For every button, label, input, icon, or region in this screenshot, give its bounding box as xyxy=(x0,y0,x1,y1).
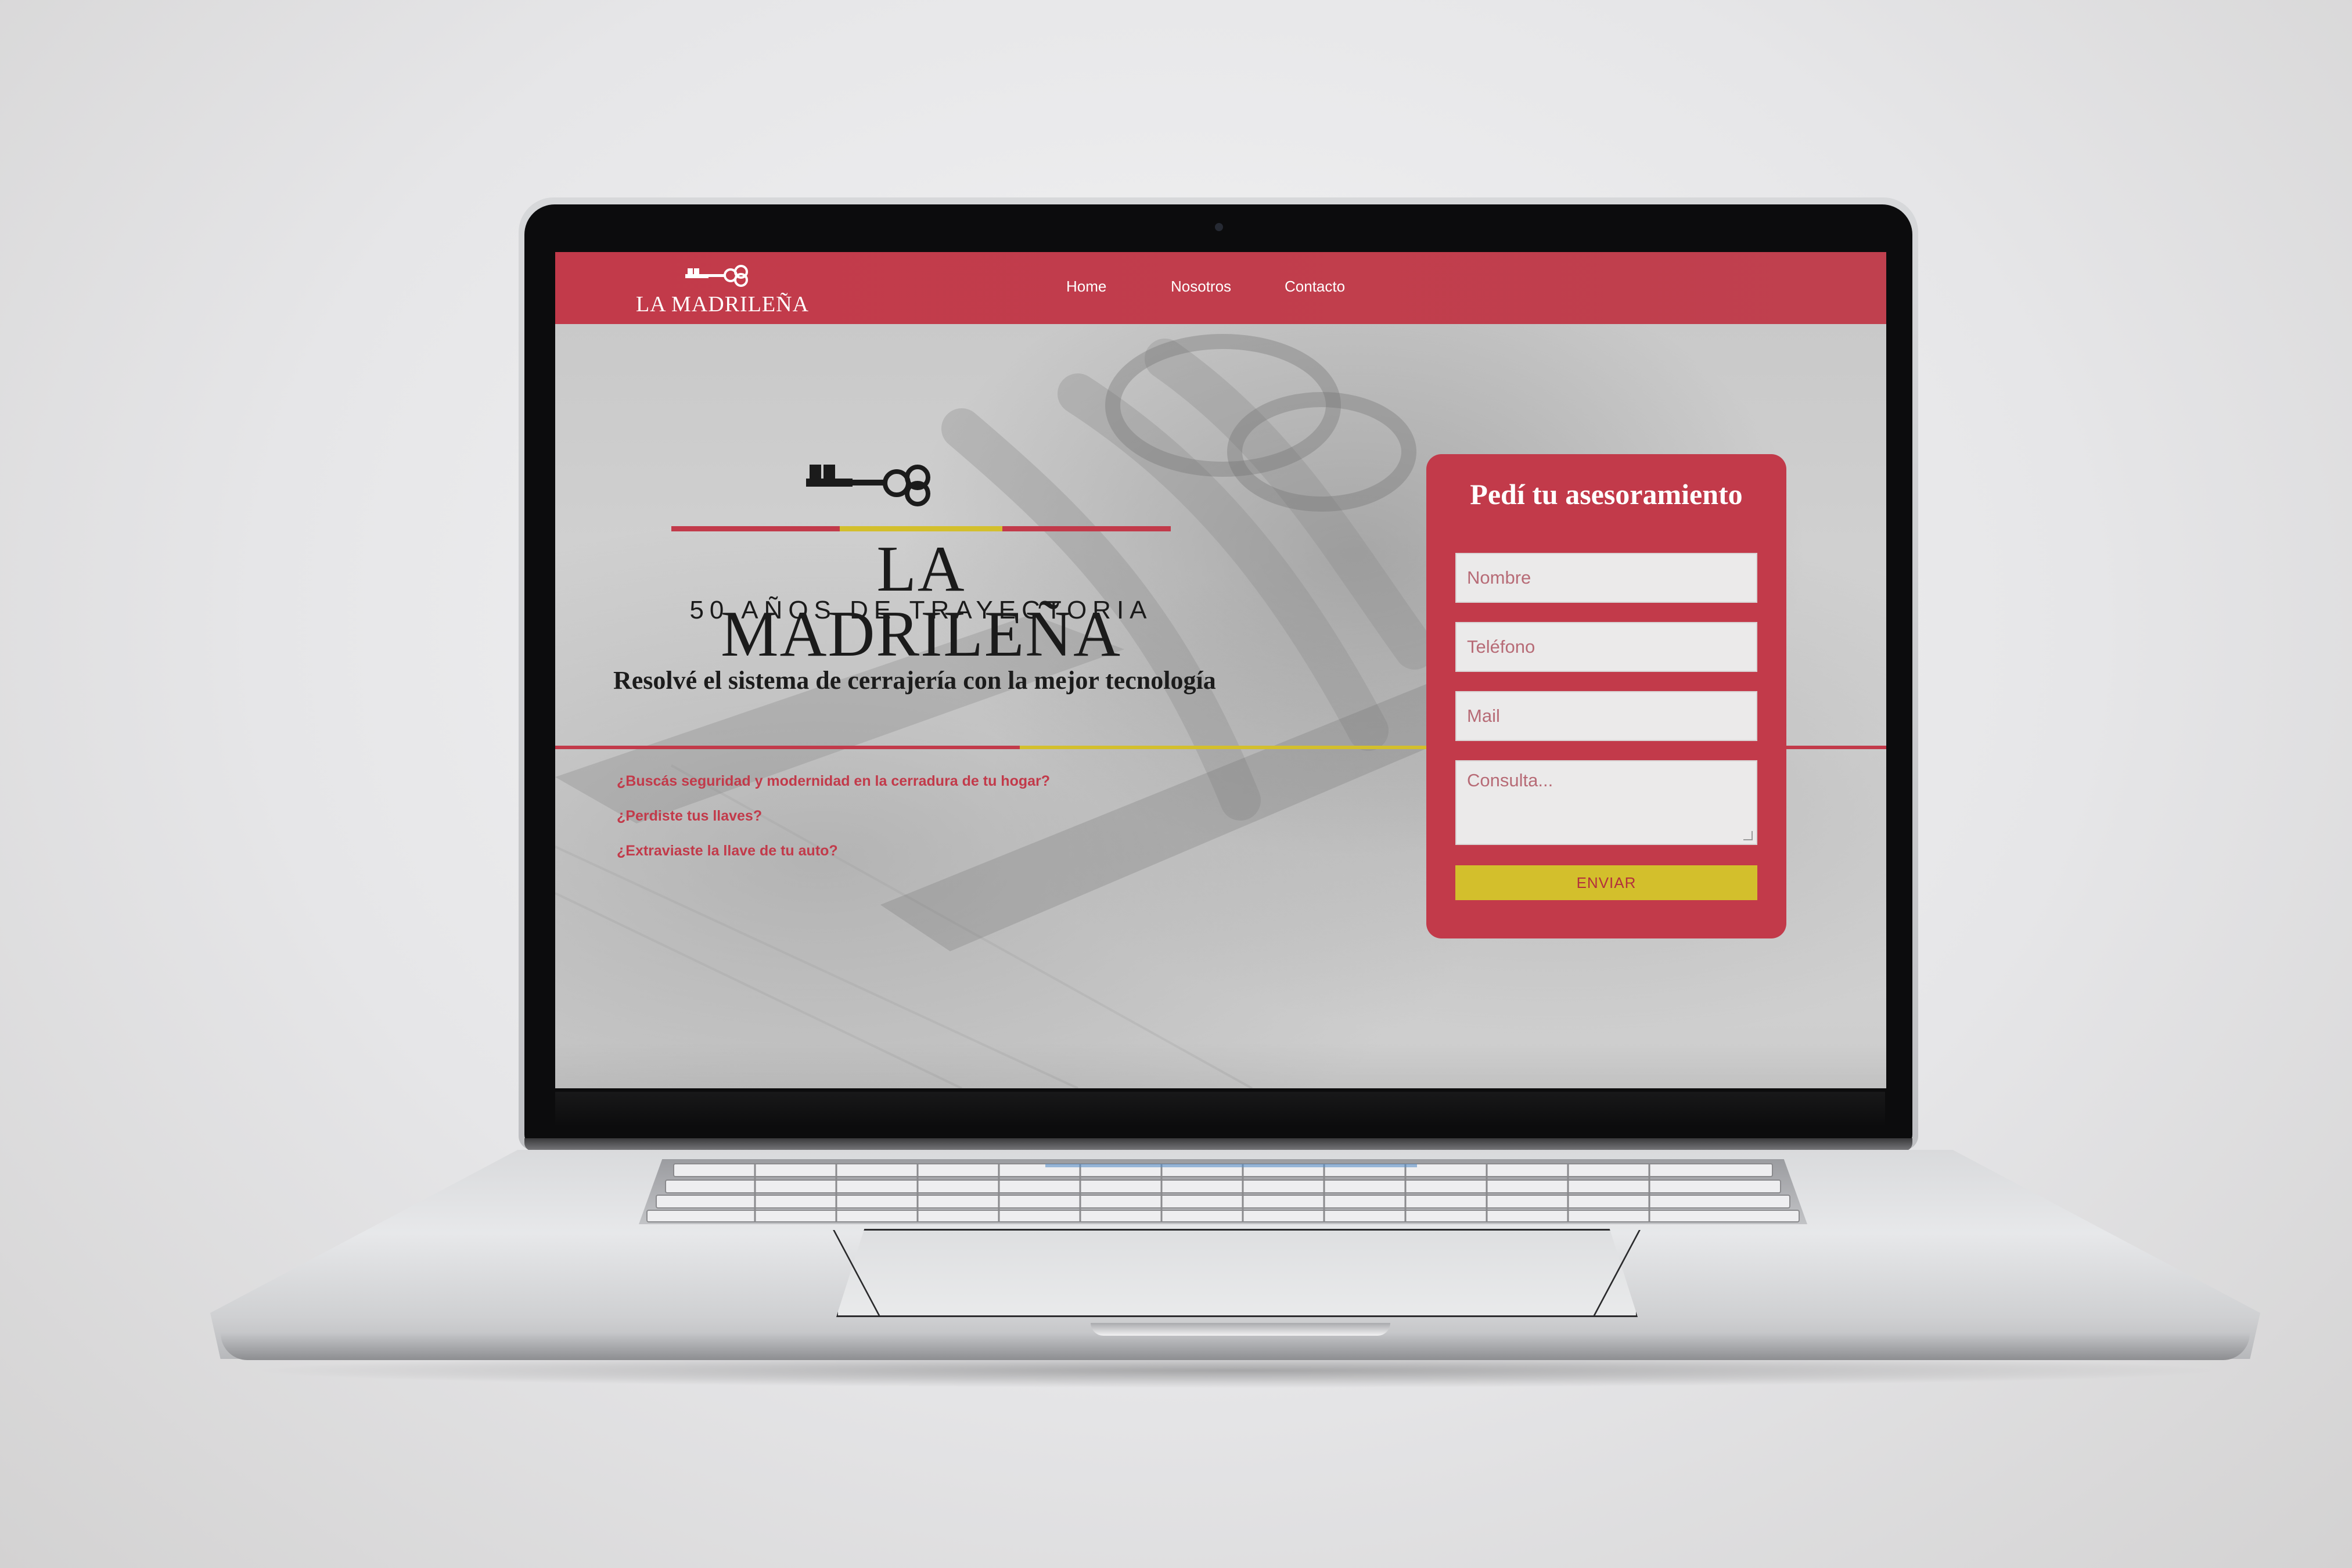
laptop-base-edge xyxy=(221,1333,2250,1360)
message-placeholder: Consulta... xyxy=(1467,770,1553,790)
lid-shine xyxy=(555,1092,1885,1127)
keyboard xyxy=(639,1159,1807,1224)
nav-logo-text: LA MADRILEÑA xyxy=(635,292,810,317)
question-item: ¿Extraviaste la llave de tu auto? xyxy=(617,843,838,859)
website-screen: LA MADRILEÑA Home Nosotros Contacto LA M… xyxy=(555,252,1886,1088)
laptop-mockup-scene: LA MADRILEÑA Home Nosotros Contacto LA M… xyxy=(0,0,2352,1568)
top-navbar: LA MADRILEÑA Home Nosotros Contacto xyxy=(555,252,1886,324)
message-textarea[interactable]: Consulta... xyxy=(1455,760,1757,845)
question-item: ¿Perdiste tus llaves? xyxy=(617,808,763,824)
phone-input[interactable]: Teléfono xyxy=(1455,622,1757,672)
hero-tagline: Resolvé el sistema de cerrajería con la … xyxy=(613,666,1216,695)
camera-icon xyxy=(1215,223,1223,231)
opening-notch xyxy=(1091,1323,1390,1336)
resize-handle-icon[interactable] xyxy=(1743,831,1753,840)
mail-input[interactable]: Mail xyxy=(1455,691,1757,741)
form-title: Pedí tu asesoramiento xyxy=(1470,478,1743,510)
laptop-hinge xyxy=(524,1138,1912,1151)
contact-form: Pedí tu asesoramiento Nombre Teléfono Ma… xyxy=(1426,454,1786,938)
screen-glare xyxy=(555,1042,1886,1088)
nav-link-nosotros[interactable]: Nosotros xyxy=(1171,278,1231,296)
hero-logo: LA MADRILEÑA 50 AÑOS DE TRAYECTORIA xyxy=(671,461,1171,667)
divider-yellow xyxy=(1020,746,1452,749)
brand-subtitle: 50 AÑOS DE TRAYECTORIA xyxy=(689,596,1153,624)
divider-red-left xyxy=(555,746,1020,749)
name-input[interactable]: Nombre xyxy=(1455,553,1757,603)
nav-logo[interactable]: LA MADRILEÑA xyxy=(630,262,815,317)
keyboard-keys xyxy=(646,1163,1800,1222)
nav-link-home[interactable]: Home xyxy=(1066,278,1106,296)
submit-button[interactable]: ENVIAR xyxy=(1455,865,1757,900)
key-icon xyxy=(671,465,1171,531)
question-item: ¿Buscás seguridad y modernidad en la cer… xyxy=(617,773,1051,789)
trackpad[interactable] xyxy=(836,1229,1638,1317)
key-icon xyxy=(685,265,748,287)
nav-link-contacto[interactable]: Contacto xyxy=(1285,278,1345,296)
